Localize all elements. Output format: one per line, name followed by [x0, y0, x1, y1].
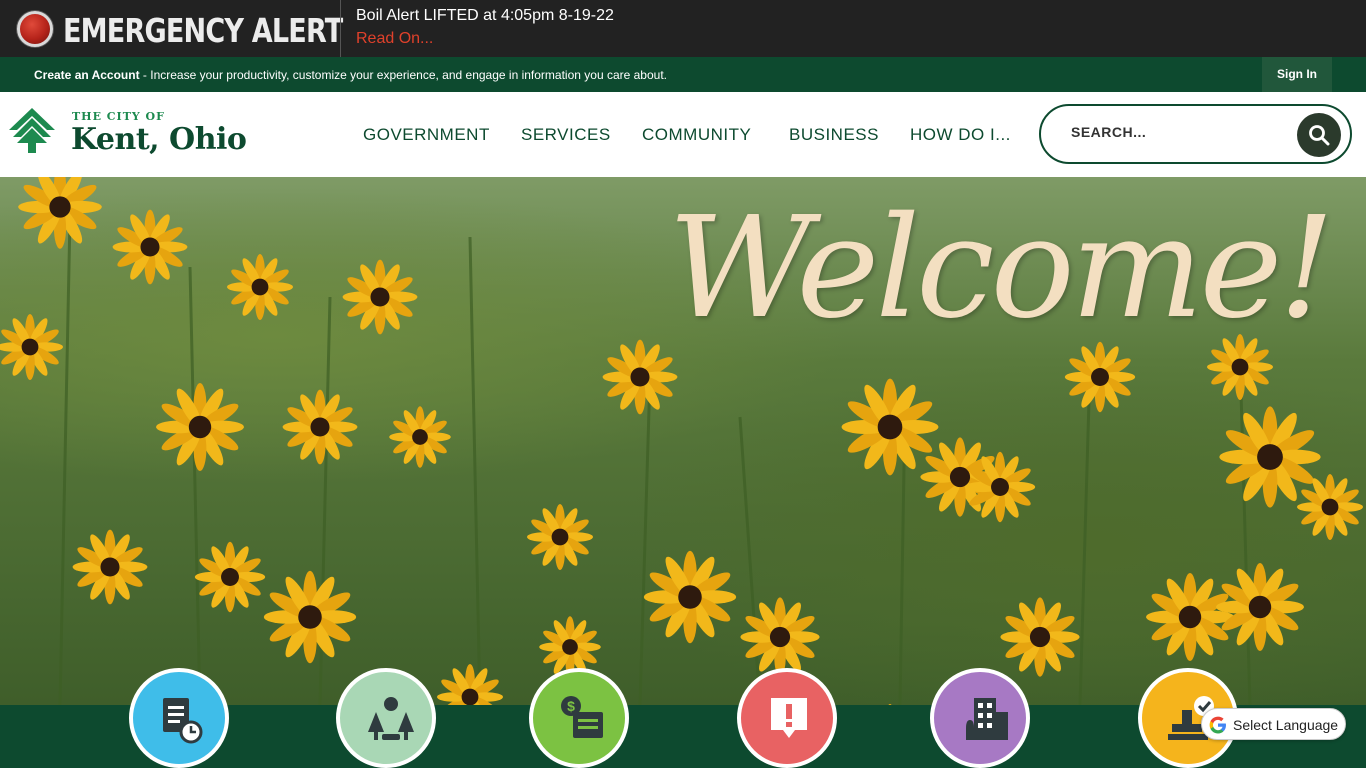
nav-business[interactable]: BUSINESS	[789, 125, 879, 145]
hero-image: Welcome!	[0, 177, 1366, 705]
search-box	[1039, 104, 1352, 164]
flower-8	[194, 541, 266, 613]
search-icon	[1309, 125, 1330, 146]
flower-2	[227, 254, 293, 320]
flower-1	[112, 209, 188, 285]
quick-link-1[interactable]	[129, 668, 229, 768]
emergency-alert-bar: EMERGENCY ALERT Boil Alert LIFTED at 4:0…	[0, 0, 1366, 57]
alert-light-icon	[17, 11, 53, 47]
quick-link-4[interactable]	[737, 668, 837, 768]
account-promo: Create an Account - Increase your produc…	[34, 68, 667, 82]
payment-icon: $	[561, 696, 603, 738]
flower-18	[1064, 341, 1136, 413]
alert-title: EMERGENCY ALERT	[63, 11, 343, 50]
flower-15	[841, 378, 939, 476]
nav-government[interactable]: GOVERNMENT	[363, 125, 490, 145]
select-language-label: Select Language	[1233, 717, 1339, 733]
alert-divider	[340, 0, 341, 57]
select-language-button[interactable]: Select Language	[1201, 708, 1346, 740]
flower-0	[18, 177, 102, 249]
account-bar: Create an Account - Increase your produc…	[0, 57, 1366, 92]
tree-icon[interactable]	[7, 106, 57, 154]
flower-22	[1216, 563, 1304, 651]
flower-23	[1000, 597, 1080, 677]
trees-sun-icon	[368, 697, 414, 740]
flower-3	[342, 259, 418, 335]
search-button[interactable]	[1297, 113, 1341, 157]
flower-21	[1146, 573, 1234, 661]
nav-how-do-i[interactable]: HOW DO I...	[910, 125, 1011, 145]
alert-icon	[771, 698, 807, 738]
quick-link-5[interactable]	[930, 668, 1030, 768]
site-header: THE CITY OF Kent, Ohio GOVERNMENT SERVIC…	[0, 92, 1366, 177]
google-icon	[1209, 716, 1226, 734]
quick-link-2[interactable]	[336, 668, 436, 768]
account-promo-text: - Increase your productivity, customize …	[139, 68, 667, 82]
flower-27	[1297, 474, 1363, 540]
create-account-link[interactable]: Create an Account	[34, 68, 140, 82]
alert-message: Boil Alert LIFTED at 4:05pm 8-19-22	[356, 7, 614, 24]
flower-25	[437, 664, 503, 705]
flower-12	[602, 339, 678, 415]
flower-11	[527, 504, 593, 570]
nav-community[interactable]: COMMUNITY	[642, 125, 751, 145]
search-input[interactable]	[1071, 124, 1291, 140]
svg-text:$: $	[567, 698, 575, 714]
flower-6	[282, 389, 358, 465]
flower-4	[0, 314, 63, 380]
flower-7	[72, 529, 148, 605]
flower-5	[156, 383, 244, 471]
sign-in-button[interactable]: Sign In	[1262, 57, 1332, 92]
buildings-icon	[966, 698, 1008, 740]
logo-title[interactable]: Kent, Ohio	[71, 122, 247, 157]
document-clock-icon	[163, 698, 203, 744]
flower-10	[389, 406, 451, 468]
nav-services[interactable]: SERVICES	[521, 125, 611, 145]
flower-13	[643, 550, 737, 644]
welcome-heading: Welcome!	[668, 187, 1335, 350]
flower-9	[263, 570, 357, 664]
alert-read-on-link[interactable]: Read On...	[356, 30, 433, 48]
quick-link-3[interactable]: $	[529, 668, 629, 768]
